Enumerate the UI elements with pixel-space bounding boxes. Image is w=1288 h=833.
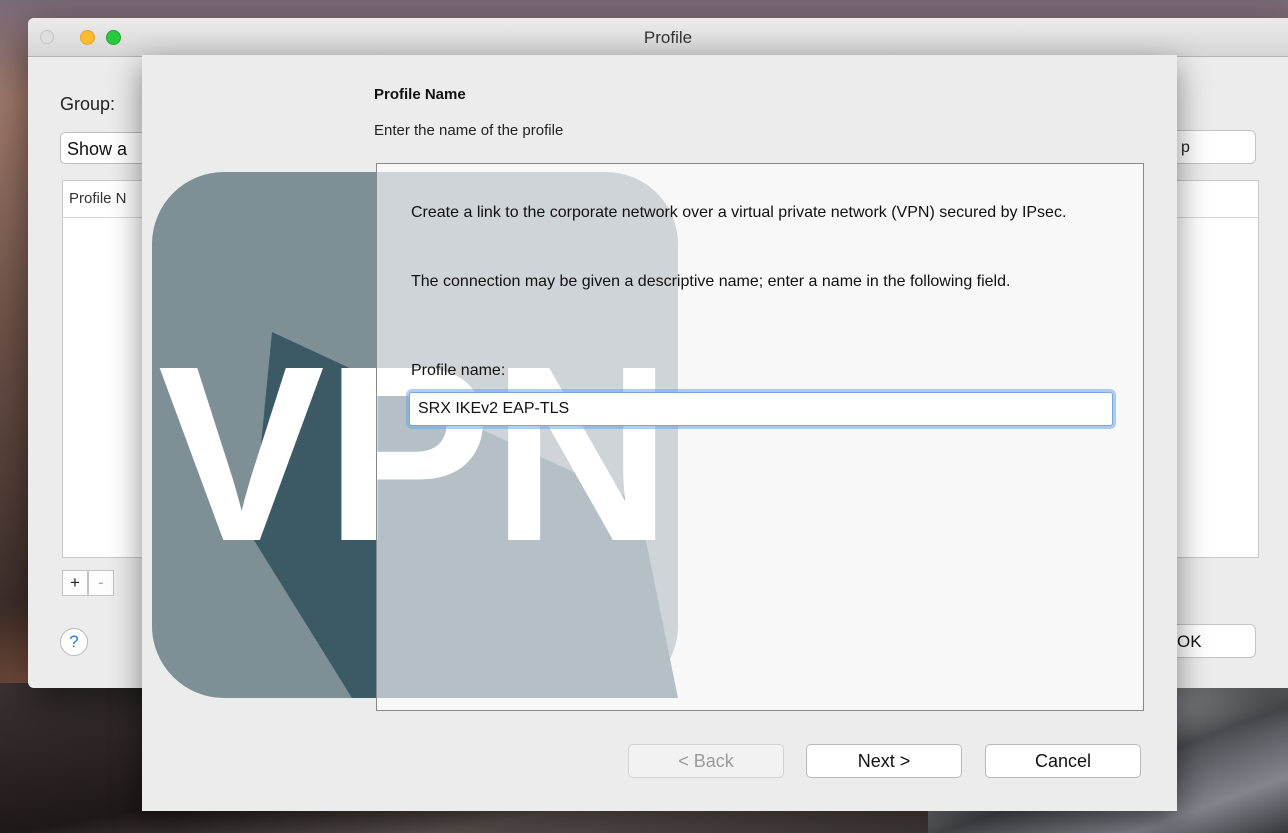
profile-wizard-sheet: VPN Profile Name Enter the name of the p… [142, 55, 1177, 811]
window-title: Profile [643, 28, 693, 47]
wizard-name-instructions: The connection may be given a descriptiv… [411, 273, 1011, 290]
remove-profile-button[interactable]: - [88, 570, 114, 596]
wizard-description: Create a link to the corporate network o… [411, 204, 1067, 221]
profile-name-input[interactable] [409, 392, 1113, 426]
window-titlebar[interactable]: Profile [28, 18, 1288, 57]
cancel-button[interactable]: Cancel [985, 744, 1141, 778]
help-button[interactable]: ? [60, 628, 88, 656]
wizard-heading: Profile Name [374, 86, 466, 103]
profile-name-label: Profile name: [411, 362, 506, 379]
group-label: Group: [60, 94, 116, 114]
wizard-content-panel: Create a link to the corporate network o… [376, 163, 1144, 711]
add-profile-button[interactable]: + [62, 570, 88, 596]
wizard-subheading: Enter the name of the profile [374, 122, 564, 139]
back-button[interactable]: < Back [628, 744, 784, 778]
next-button[interactable]: Next > [806, 744, 962, 778]
